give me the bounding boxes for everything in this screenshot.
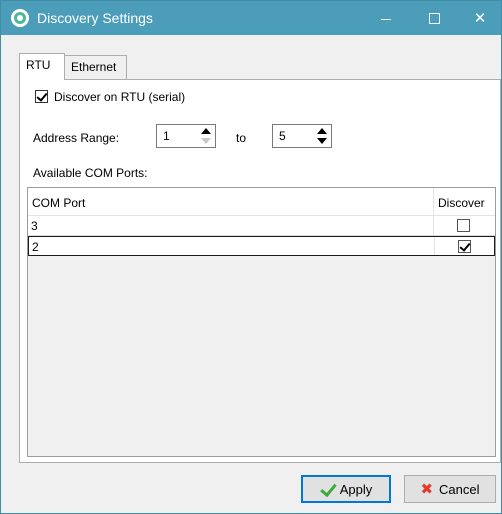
apply-label: Apply xyxy=(339,481,373,497)
cancel-x-icon: ✖ xyxy=(420,480,434,498)
decrement-icon[interactable] xyxy=(317,138,327,144)
discover-rtu-label: Discover on RTU (serial) xyxy=(54,90,186,104)
column-header-com-port[interactable]: COM Port xyxy=(32,196,85,210)
apply-button[interactable]: Apply xyxy=(301,475,391,503)
address-from-spinner[interactable]: 1 xyxy=(156,124,216,148)
column-separator xyxy=(433,188,434,216)
app-logo-icon xyxy=(11,9,29,27)
com-port-cell: 3 xyxy=(31,219,38,233)
grid-header: COM Port Discover xyxy=(28,188,495,216)
discover-rtu-checkbox[interactable] xyxy=(35,90,48,103)
increment-icon[interactable] xyxy=(201,128,211,134)
address-to-value: 5 xyxy=(279,129,286,143)
column-separator xyxy=(434,237,435,255)
checkmark-icon xyxy=(320,484,334,494)
available-ports-label: Available COM Ports: xyxy=(33,166,148,180)
maximize-button[interactable] xyxy=(411,1,457,35)
cancel-label: Cancel xyxy=(439,481,480,497)
com-port-cell: 2 xyxy=(32,240,39,254)
title-bar[interactable]: Discovery Settings ✕ xyxy=(1,1,501,35)
minimize-button[interactable] xyxy=(363,1,409,35)
table-row[interactable]: 3 xyxy=(28,216,495,236)
discover-row-checkbox[interactable] xyxy=(458,240,471,253)
minimize-icon xyxy=(381,18,391,20)
tab-ethernet[interactable]: Ethernet xyxy=(64,55,127,79)
close-button[interactable]: ✕ xyxy=(457,1,502,35)
close-icon: ✕ xyxy=(473,10,487,27)
table-row[interactable]: 2 xyxy=(28,236,495,256)
tab-rtu-label: RTU xyxy=(26,58,51,72)
tab-ethernet-label: Ethernet xyxy=(71,60,117,74)
address-from-value: 1 xyxy=(163,129,170,143)
column-header-discover[interactable]: Discover xyxy=(438,196,485,210)
com-ports-grid[interactable]: COM Port Discover 3 2 xyxy=(27,187,496,457)
discovery-settings-window: Discovery Settings ✕ RTU Ethernet Discov… xyxy=(0,0,502,514)
decrement-icon[interactable] xyxy=(201,138,211,144)
increment-icon[interactable] xyxy=(317,128,327,134)
cancel-button[interactable]: ✖ Cancel xyxy=(404,475,496,503)
tab-rtu[interactable]: RTU xyxy=(19,53,65,80)
column-separator xyxy=(433,216,434,235)
address-range-label: Address Range: xyxy=(33,131,120,145)
to-label: to xyxy=(236,131,247,145)
window-title: Discovery Settings xyxy=(37,10,153,26)
address-to-spinner[interactable]: 5 xyxy=(272,124,332,148)
maximize-icon xyxy=(428,12,440,24)
discover-row-checkbox[interactable] xyxy=(457,219,470,232)
